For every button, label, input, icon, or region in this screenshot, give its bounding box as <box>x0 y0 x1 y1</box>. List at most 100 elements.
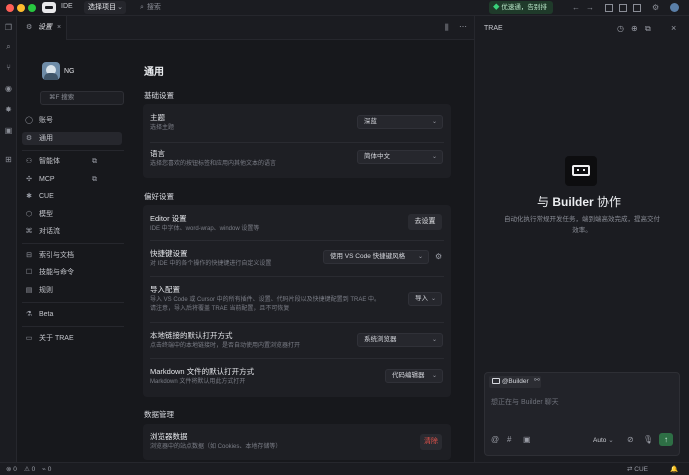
back-icon[interactable]: ← <box>572 3 580 13</box>
sidebar-item-label: 账号 <box>39 117 53 124</box>
microphone-icon[interactable]: 🎙 <box>643 435 653 444</box>
browser-data-desc: 浏览器中的站点数据（如 Cookies、本地存储等） <box>150 444 282 450</box>
hash-icon[interactable]: # <box>507 435 511 444</box>
section-heading-preferences: 偏好设置 <box>144 192 174 201</box>
preview-icon[interactable]: ◉ <box>3 83 14 94</box>
search-input[interactable]: ⌕ 搜索 <box>140 2 240 14</box>
chevron-down-icon: ⌄ <box>117 4 123 11</box>
sidebar-item-conversation[interactable]: ⌘ 对话流 <box>22 225 122 238</box>
maximize-window-button[interactable] <box>28 4 36 12</box>
cue-status[interactable]: ⇄ CUE <box>627 465 648 473</box>
agent-label: @Builder <box>501 378 529 385</box>
sidebar-item-beta[interactable]: ⚗ Beta <box>22 308 122 321</box>
link-open-value: 系统浏览器 <box>364 336 397 343</box>
panel-title: TRAE <box>484 25 503 32</box>
forward-icon[interactable]: → <box>586 3 594 13</box>
error-count: 0 <box>13 466 17 473</box>
theme-select[interactable]: 深蓝 ⌄ <box>357 115 443 129</box>
sidebar-item-mcp[interactable]: ✣ MCP ⧉ <box>22 173 122 186</box>
history-icon[interactable]: ◷ <box>617 24 624 33</box>
upgrade-badge[interactable]: ◆ 优速通，告别排队 <box>489 1 553 24</box>
search-icon[interactable]: ⌕ <box>3 41 14 52</box>
browser-data-title: 浏览器数据 <box>150 432 188 441</box>
remote-icon[interactable]: ▣ <box>3 125 14 136</box>
chat-input-placeholder: 想正在与 Builder 聊天 <box>491 399 559 406</box>
user-avatar[interactable] <box>42 62 60 80</box>
chat-input-box[interactable]: @Builder ⚯ 想正在与 Builder 聊天 @ # ▣ Auto ⌄ … <box>484 372 680 456</box>
divider <box>22 326 124 327</box>
sidebar-item-cue[interactable]: ✱ CUE <box>22 190 122 203</box>
mention-icon[interactable]: @ <box>491 435 499 444</box>
sidebar-item-label: 智能体 <box>39 158 60 165</box>
sidebar-item-rules[interactable]: ▤ 规则 <box>22 284 122 297</box>
close-icon[interactable]: × <box>57 16 61 40</box>
ports-icon[interactable]: ⌁ 0 <box>42 465 51 473</box>
panel-right-icon[interactable] <box>633 4 641 12</box>
agent-settings-icon[interactable]: ⚯ <box>534 376 540 384</box>
sidebar-item-index-docs[interactable]: ⊟ 索引与文档 <box>22 249 122 262</box>
keybinding-select[interactable]: 使用 VS Code 快捷键风格 ⌄ <box>323 250 429 264</box>
trae-logo-icon <box>42 2 56 13</box>
close-icon[interactable]: × <box>671 23 676 33</box>
rule-icon: ▤ <box>25 287 33 294</box>
tab-settings[interactable]: ⚙ 设置 × <box>17 16 67 40</box>
go-settings-button[interactable]: 去设置 <box>408 214 442 230</box>
divider <box>22 243 124 244</box>
popout-icon[interactable]: ⧉ <box>645 24 651 34</box>
sidebar-item-agents[interactable]: ⚇ 智能体 ⧉ <box>22 155 122 168</box>
chat-icon: ⌘ <box>25 228 33 235</box>
sidebar-item-label: Beta <box>39 311 54 318</box>
sidebar-item-account[interactable]: ◯ 账号 <box>22 114 122 127</box>
markdown-open-select[interactable]: 代码编辑器 ⌄ <box>385 369 443 383</box>
panel-left-icon[interactable] <box>605 4 613 12</box>
index-icon: ⊟ <box>26 252 32 259</box>
link-open-title: 本地链接的默认打开方式 <box>150 331 233 340</box>
language-select[interactable]: 简体中文 ⌄ <box>357 150 443 164</box>
activity-bar: ❐ ⌕ ⑂ ◉ ✸ ▣ ⊞ <box>0 16 17 462</box>
chevron-down-icon: ⌄ <box>417 254 423 260</box>
close-window-button[interactable] <box>6 4 14 12</box>
model-selector[interactable]: Auto ⌄ <box>593 436 614 444</box>
errors-indicator[interactable]: ⊗ 0 <box>6 465 17 473</box>
link-open-select[interactable]: 系统浏览器 ⌄ <box>357 333 443 347</box>
info-icon: ▭ <box>25 335 33 342</box>
minimize-window-button[interactable] <box>17 4 25 12</box>
chevron-down-icon: ⌄ <box>608 437 614 444</box>
clear-button[interactable]: 清除 <box>420 434 442 450</box>
source-control-icon[interactable]: ⑂ <box>3 62 14 73</box>
import-desc-1: 导入 VS Code 或 Cursor 中的所有插件、设置、代码片段以及快捷键配… <box>150 297 381 303</box>
description-line-2: 效率。 <box>572 227 592 234</box>
project-label: 选择项目 <box>88 4 116 11</box>
notifications-icon[interactable]: 🔔 <box>670 465 678 473</box>
split-editor-icon[interactable]: ⫼ <box>445 23 449 33</box>
panel-bottom-icon[interactable] <box>619 4 627 12</box>
keybinding-gear-icon[interactable]: ⚙ <box>435 252 442 261</box>
project-selector[interactable]: 选择项目 ⌄ <box>84 1 126 14</box>
sidebar-item-skills[interactable]: ☐ 技能与命令 <box>22 266 122 279</box>
settings-gear-icon[interactable]: ⚙ <box>652 3 659 13</box>
sidebar-item-label: 关于 TRAE <box>39 335 74 342</box>
image-icon[interactable]: ▣ <box>523 435 531 444</box>
cue-label: CUE <box>634 466 648 473</box>
extensions-icon[interactable]: ⊞ <box>3 154 14 165</box>
editor-settings-title: Editor 设置 <box>150 214 187 223</box>
cue-icon: ✱ <box>26 193 32 200</box>
more-icon[interactable]: ⋯ <box>459 22 467 31</box>
new-chat-icon[interactable]: ⊕ <box>631 24 638 33</box>
sidebar-item-general[interactable]: ⚙ 通用 <box>22 132 122 145</box>
ide-mode-label[interactable]: IDE <box>61 3 73 10</box>
stop-icon[interactable]: ⊘ <box>627 435 634 444</box>
debug-icon[interactable]: ✸ <box>3 104 14 115</box>
warnings-indicator[interactable]: ⚠ 0 <box>24 465 35 473</box>
section-heading-basic: 基础设置 <box>144 91 174 100</box>
avatar[interactable] <box>670 3 679 12</box>
import-select[interactable]: 导入 ⌄ <box>408 292 442 306</box>
send-button[interactable]: ↑ <box>659 433 673 446</box>
keybinding-value: 使用 VS Code 快捷键风格 <box>330 253 406 260</box>
sidebar-item-label: 通用 <box>39 135 53 142</box>
divider <box>22 302 124 303</box>
sidebar-item-models[interactable]: ⬡ 模型 <box>22 208 122 221</box>
explorer-icon[interactable]: ❐ <box>3 22 14 33</box>
sidebar-item-about[interactable]: ▭ 关于 TRAE <box>22 332 122 345</box>
settings-search-input[interactable]: ⌘F 搜索 <box>40 91 124 105</box>
